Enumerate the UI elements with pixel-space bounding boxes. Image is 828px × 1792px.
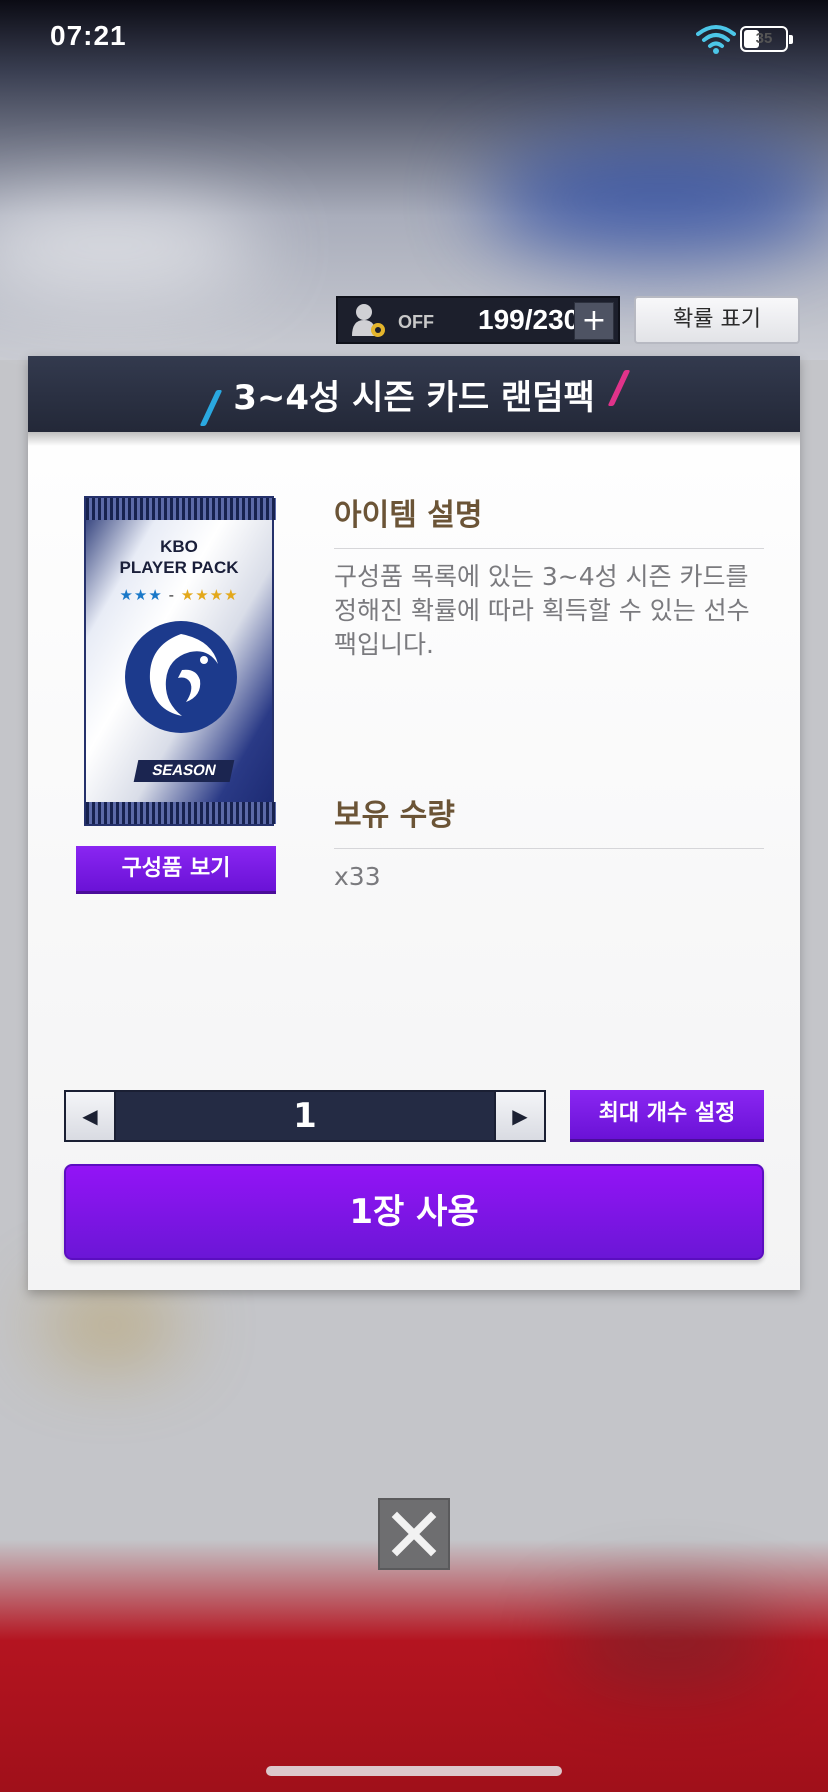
use-button[interactable]: 1장 사용 xyxy=(64,1164,764,1260)
plus-icon[interactable]: + xyxy=(574,302,614,340)
kbo-logo-icon xyxy=(125,621,237,733)
arrow-right-icon[interactable]: ▶ xyxy=(494,1092,544,1140)
modal-header: 3~4성 시즌 카드 랜덤팩 xyxy=(28,356,800,446)
battery-icon: 35 xyxy=(740,26,793,52)
status-time: 07:21 xyxy=(50,20,127,51)
wifi-icon xyxy=(696,25,736,54)
owned-value: x33 xyxy=(334,862,381,891)
battery-level: 35 xyxy=(755,30,773,47)
probability-button[interactable]: 확률 표기 xyxy=(634,296,800,344)
auto-play-icon xyxy=(352,304,385,337)
view-contents-button[interactable]: 구성품 보기 xyxy=(76,846,276,894)
pack-stars: ★★★ - ★★★★ xyxy=(119,586,239,604)
modal-title: 3~4성 시즌 카드 랜덤팩 xyxy=(233,378,595,418)
home-indicator[interactable] xyxy=(266,1766,562,1776)
close-button[interactable] xyxy=(378,1498,450,1570)
close-icon xyxy=(391,1511,437,1557)
pack-season-tag: SEASON xyxy=(133,760,235,782)
owned-title: 보유 수량 xyxy=(334,790,764,849)
quantity-stepper: ◀ 1 ▶ xyxy=(64,1090,546,1142)
description-text: 구성품 목록에 있는 3~4성 시즌 카드를 정해진 확률에 따라 획득할 수 … xyxy=(334,562,750,659)
auto-play-toggle[interactable]: OFF 199/230 + xyxy=(336,296,620,344)
description-title: 아이템 설명 xyxy=(334,490,764,549)
player-pack-image: KBO PLAYER PACK ★★★ - ★★★★ SEASON xyxy=(84,496,276,826)
auto-play-status: OFF xyxy=(398,312,434,332)
max-quantity-button[interactable]: 최대 개수 설정 xyxy=(570,1090,764,1142)
item-modal: 3~4성 시즌 카드 랜덤팩 KBO PLAYER PACK ★★★ - ★★★… xyxy=(28,356,800,1290)
status-bar: 07:21 35 xyxy=(0,0,828,80)
pack-line2: PLAYER PACK xyxy=(119,558,239,577)
quantity-value[interactable]: 1 xyxy=(116,1092,494,1140)
pack-line1: KBO xyxy=(160,537,198,556)
arrow-left-icon[interactable]: ◀ xyxy=(66,1092,116,1140)
